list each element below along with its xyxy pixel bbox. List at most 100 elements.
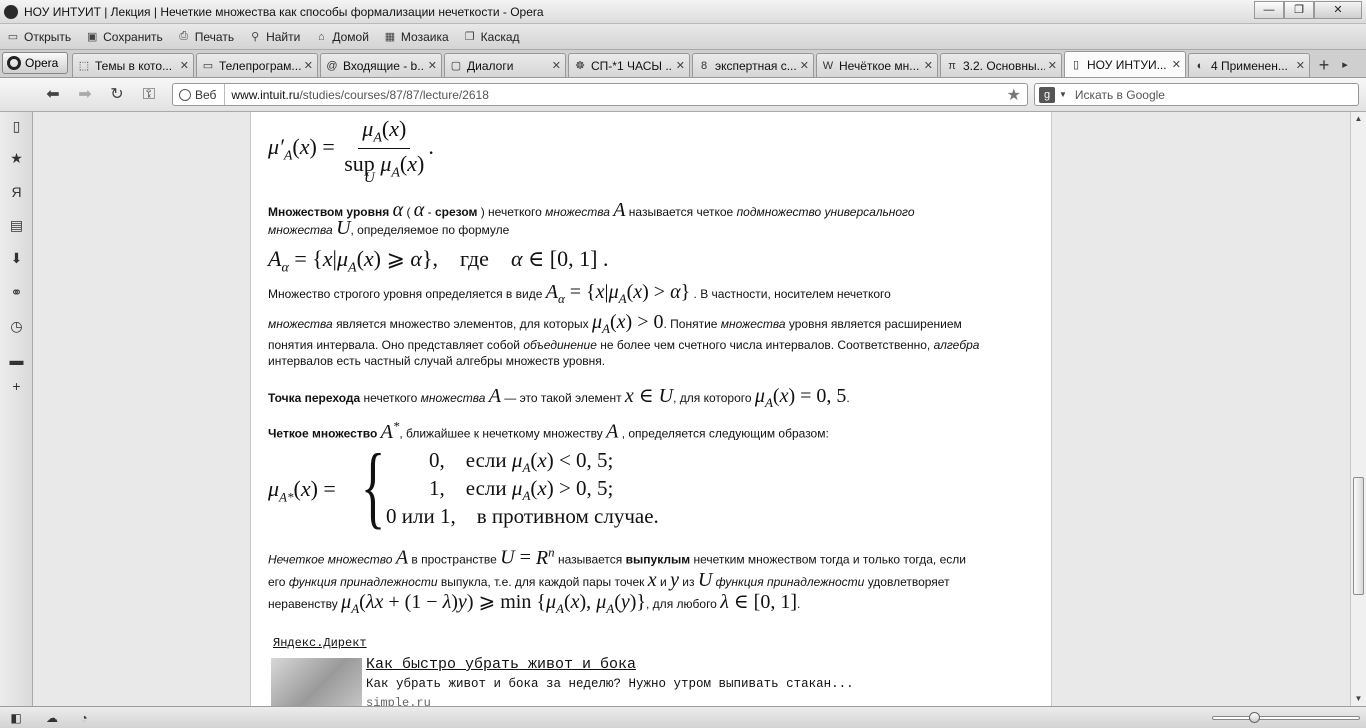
scrollbar-thumb[interactable]	[1353, 477, 1364, 595]
chevron-down-icon[interactable]: ▼	[1059, 90, 1067, 99]
close-tab-icon[interactable]: ✕	[676, 59, 685, 72]
tab-active[interactable]: ▯ НОУ ИНТУИ... ✕	[1064, 51, 1186, 77]
vertical-scrollbar[interactable]: ▲ ▼	[1350, 112, 1366, 706]
zoom-slider[interactable]	[1212, 712, 1360, 723]
formula-sup-subscript: U	[364, 170, 375, 186]
tab-label: Входящие - b...	[343, 58, 425, 73]
zoom-slider-knob[interactable]	[1249, 712, 1260, 723]
save-button[interactable]: ▣ Сохранить	[85, 30, 163, 44]
link-set[interactable]: множества	[545, 205, 610, 219]
tab[interactable]: ▭ Телепрограм... ✕	[196, 53, 318, 77]
favicon-icon: ▢	[450, 59, 462, 72]
link-set[interactable]: множества	[421, 391, 486, 405]
text: нечетким множеством тогда и только тогда…	[693, 552, 966, 567]
opera-unite-cloud-icon[interactable]: ☁	[44, 710, 60, 726]
add-panel-icon[interactable]: +	[8, 378, 25, 395]
links-icon[interactable]: ⚭	[8, 284, 25, 301]
url-text[interactable]: www.intuit.ru/studies/courses/87/87/lect…	[225, 88, 488, 102]
search-field[interactable]: g ▼ Искать в Google	[1034, 83, 1359, 106]
tab-label: СП-*1 ЧАСЫ ...	[591, 58, 673, 73]
link-algebra[interactable]: алгебра	[934, 338, 980, 352]
close-tab-icon[interactable]: ✕	[304, 59, 313, 72]
bookmark-star-icon[interactable]: ★	[1007, 85, 1021, 105]
save-icon: ▣	[86, 31, 98, 43]
text: (	[406, 205, 411, 219]
tile-button[interactable]: ▦ Мозаика	[383, 30, 449, 44]
address-field[interactable]: Веб www.intuit.ru/studies/courses/87/87/…	[172, 83, 1028, 106]
ad-title-link[interactable]: Как быстро убрать живот и бока	[366, 656, 636, 673]
close-window-button[interactable]: ✕	[1314, 1, 1362, 19]
toggle-panel-icon[interactable]: ◧	[8, 710, 24, 726]
tab-label: экспертная с...	[715, 58, 797, 73]
downloads-icon[interactable]: ⬇	[8, 250, 25, 267]
scroll-up-arrow-icon[interactable]: ▲	[1351, 112, 1366, 126]
lecture-content: μ′A(x) = μA(x) sup μA(x). U Множеством ур…	[250, 112, 1052, 706]
close-tab-icon[interactable]: ✕	[924, 59, 933, 72]
tab[interactable]: ⬚ Темы в кото... ✕	[72, 53, 194, 77]
find-label: Найти	[266, 29, 301, 44]
forward-button[interactable]: ➡	[74, 85, 96, 105]
link-fuzzy-set[interactable]: Нечеткое множество	[268, 553, 392, 567]
tab-label: Нечёткое мн...	[839, 58, 920, 73]
open-button[interactable]: ▭ Открыть	[6, 30, 71, 44]
link-union[interactable]: объединение	[523, 338, 597, 352]
term-crossover: Точка перехода	[268, 391, 361, 405]
wand-key-icon[interactable]: ⚿	[138, 85, 160, 105]
turbo-speed-icon[interactable]: ◔	[76, 710, 92, 726]
link-membership-function[interactable]: функция принадлежности	[289, 575, 438, 589]
scroll-down-arrow-icon[interactable]: ▼	[1351, 692, 1366, 706]
google-icon[interactable]: g	[1039, 86, 1055, 103]
close-tab-icon[interactable]: ✕	[1172, 58, 1181, 71]
link-set[interactable]: множества	[268, 317, 333, 331]
close-tab-icon[interactable]: ✕	[800, 59, 809, 72]
close-tab-icon[interactable]: ✕	[1296, 59, 1305, 72]
ad-image[interactable]	[271, 658, 362, 706]
find-button[interactable]: ⚲ Найти	[248, 30, 300, 44]
home-button[interactable]: ⌂ Домой	[314, 30, 369, 44]
panels-icon[interactable]: ▬	[8, 352, 25, 369]
term-convex: выпуклым	[625, 552, 691, 567]
back-button[interactable]: ⬅	[42, 85, 64, 105]
tab[interactable]: @ Входящие - b... ✕	[320, 53, 442, 77]
favicon-icon: W	[822, 59, 834, 72]
new-tab-button[interactable]: +	[1312, 53, 1336, 77]
minimize-button[interactable]: —	[1254, 1, 1284, 19]
home-label: Домой	[332, 29, 369, 44]
print-button[interactable]: ⎙ Печать	[177, 30, 234, 44]
maximize-button[interactable]: ❐	[1284, 1, 1314, 19]
opera-menu-button[interactable]: Opera	[2, 52, 68, 74]
tab[interactable]: ▢ Диалоги ✕	[444, 53, 566, 77]
tab[interactable]: ☸ СП-*1 ЧАСЫ ... ✕	[568, 53, 690, 77]
notes-icon[interactable]: ▤	[8, 217, 25, 234]
status-bar: ◧ ☁ ◔	[0, 706, 1366, 728]
link-membership-function[interactable]: функция принадлежности	[716, 575, 865, 589]
save-label: Сохранить	[103, 29, 163, 44]
history-icon[interactable]: ◷	[8, 318, 25, 335]
text: — это такой элемент	[504, 391, 622, 405]
tab-bar: Opera ⬚ Темы в кото... ✕ ▭ Телепрограм... ✕ …	[0, 50, 1366, 78]
bookmarks-star-icon[interactable]: ★	[8, 150, 25, 167]
link-set[interactable]: множества	[721, 317, 786, 331]
opera-o-icon	[7, 56, 21, 70]
page-viewport[interactable]: μ′A(x) = μA(x) sup μA(x). U Множеством ур…	[34, 112, 1350, 706]
text: является множество элементов, для которы…	[336, 317, 589, 331]
yandex-icon[interactable]: Я	[8, 184, 25, 201]
close-tab-icon[interactable]: ✕	[1048, 59, 1057, 72]
reload-button[interactable]: ↻	[106, 85, 128, 105]
text: его	[268, 574, 286, 589]
tab[interactable]: W Нечёткое мн... ✕	[816, 53, 938, 77]
cascade-button[interactable]: ❐ Каскад	[463, 30, 520, 44]
tab[interactable]: 8 экспертная с... ✕	[692, 53, 814, 77]
tab[interactable]: ◐ 4 Применен... ✕	[1188, 53, 1310, 77]
tab[interactable]: π 3.2. Основны... ✕	[940, 53, 1062, 77]
link-universal-subset[interactable]: подмножество универсального	[737, 205, 915, 219]
close-tab-icon[interactable]: ✕	[552, 59, 561, 72]
link-set[interactable]: множества	[268, 223, 333, 237]
close-tab-icon[interactable]: ✕	[180, 59, 189, 72]
tab-scroll-button[interactable]: ▸	[1336, 53, 1354, 77]
toolbar: ▭ Открыть ▣ Сохранить ⎙ Печать ⚲ Найти ⌂ Домо…	[0, 24, 1366, 50]
close-tab-icon[interactable]: ✕	[428, 59, 437, 72]
paragraph-level-set: Множеством уровня α ( α - срезом ) нечет…	[268, 199, 915, 239]
ad-header-link[interactable]: Яндекс.Директ	[273, 636, 367, 650]
remote-icon[interactable]: ▯	[8, 118, 25, 135]
